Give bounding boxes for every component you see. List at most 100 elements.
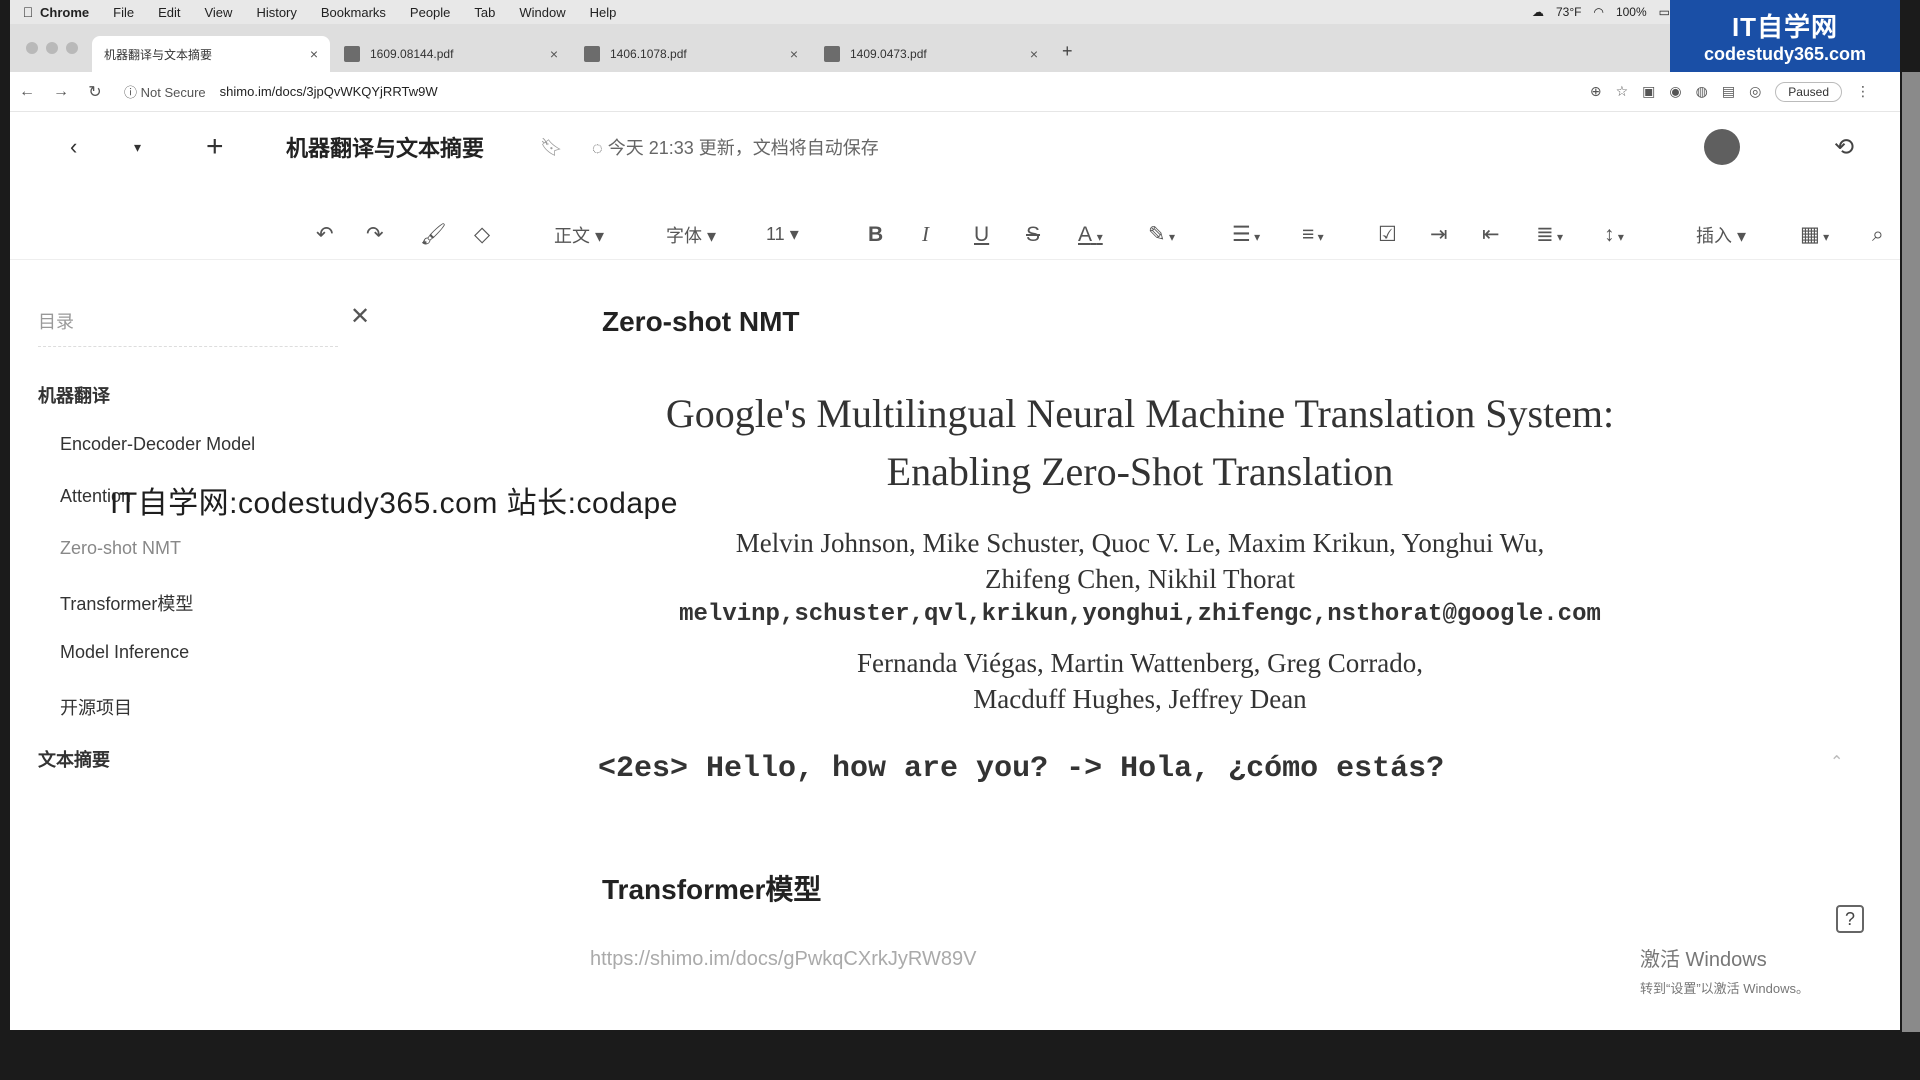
help-icon[interactable]: ?	[1836, 905, 1864, 933]
paragraph-style-select[interactable]: 正文 ▾	[554, 222, 604, 248]
new-tab-button[interactable]: +	[1052, 41, 1083, 72]
menu-app[interactable]: Chrome	[40, 5, 89, 20]
bookmark-icon[interactable]: 🔖︎	[540, 137, 563, 158]
menu-history[interactable]: History	[256, 5, 296, 20]
extension-icon[interactable]: ◎	[1749, 83, 1761, 100]
new-doc-plus-icon[interactable]: +	[206, 130, 224, 164]
clear-format-icon[interactable]: ◇	[474, 222, 490, 247]
forward-icon[interactable]: →	[44, 83, 78, 101]
ordered-list-icon[interactable]: ☰ ▾	[1232, 222, 1260, 247]
toc-item-transformer[interactable]: Transformer模型	[60, 590, 193, 616]
paper-authors2-line1: Fernanda Viégas, Martin Wattenberg, Greg…	[856, 648, 1424, 678]
pdf-icon	[824, 46, 840, 62]
format-painter-icon[interactable]: 🖌︎	[420, 223, 447, 247]
zoom-window-button[interactable]	[66, 42, 78, 54]
desktop-edge	[1902, 72, 1920, 1032]
tab-pdf-1[interactable]: 1609.08144.pdf ×	[332, 36, 570, 72]
avatar[interactable]	[1704, 129, 1740, 165]
checklist-icon[interactable]: ☑	[1378, 222, 1397, 247]
divider	[38, 346, 338, 347]
back-icon[interactable]: ←	[10, 83, 44, 101]
doc-title[interactable]: 机器翻译与文本摘要	[286, 131, 484, 163]
doc-link[interactable]: https://shimo.im/docs/gPwkqCXrkJyRW89V	[590, 948, 976, 971]
close-tab-icon[interactable]: ×	[310, 46, 318, 62]
tab-shimo-doc[interactable]: 机器翻译与文本摘要 ×	[92, 36, 330, 72]
activate-subtitle: 转到“设置”以激活 Windows。	[1640, 981, 1810, 996]
toc-item-open-source[interactable]: 开源项目	[60, 694, 132, 720]
scroll-up-icon[interactable]: ⌃	[1830, 752, 1843, 772]
battery-icon[interactable]: ▭	[1659, 5, 1670, 19]
tab-label: 1409.0473.pdf	[850, 47, 927, 61]
close-tab-icon[interactable]: ×	[550, 46, 558, 62]
close-tab-icon[interactable]: ×	[790, 46, 798, 62]
screen:  Chrome File Edit View History Bookmark…	[10, 0, 1900, 1030]
extension-icon[interactable]: ▣	[1642, 83, 1655, 100]
wifi-icon[interactable]: ◠	[1593, 5, 1603, 19]
tab-pdf-2[interactable]: 1406.1078.pdf ×	[572, 36, 810, 72]
zoom-icon[interactable]: ⊕	[1590, 83, 1602, 100]
table-icon[interactable]: ▦ ▾	[1800, 222, 1829, 247]
toc-item-zero-shot[interactable]: Zero-shot NMT	[60, 538, 181, 559]
security-indicator[interactable]: ⓘ Not Secure	[124, 82, 206, 101]
menu-bookmarks[interactable]: Bookmarks	[321, 5, 386, 20]
temperature-text: 73°F	[1555, 5, 1582, 19]
menu-tab[interactable]: Tab	[474, 5, 495, 20]
search-doc-icon[interactable]: ⌕	[1872, 223, 1884, 247]
indent-icon[interactable]: ⇥	[1430, 222, 1448, 247]
font-size-select[interactable]: 11 ▾	[766, 224, 799, 245]
toc-item-machine-translation[interactable]: 机器翻译	[38, 382, 110, 408]
battery-text: 100%	[1615, 5, 1647, 19]
align-icon[interactable]: ≣ ▾	[1536, 222, 1563, 247]
cloud-icon[interactable]: ☁	[1532, 5, 1544, 19]
heading-zero-shot-nmt: Zero-shot NMT	[602, 306, 800, 337]
strikethrough-button[interactable]: S	[1026, 223, 1040, 247]
close-window-button[interactable]	[26, 42, 38, 54]
history-icon[interactable]: ⟲	[1834, 133, 1854, 162]
extension-icon[interactable]: ▤	[1722, 83, 1735, 100]
menu-file[interactable]: File	[113, 5, 134, 20]
minimize-window-button[interactable]	[46, 42, 58, 54]
menu-edit[interactable]: Edit	[158, 5, 180, 20]
menu-help[interactable]: Help	[590, 5, 617, 20]
extension-icon[interactable]: ◉	[1669, 83, 1681, 100]
more-menu-icon[interactable]: ⋮	[1856, 83, 1870, 100]
font-color-button[interactable]: A ▾	[1078, 223, 1103, 247]
toc-item-encoder-decoder[interactable]: Encoder-Decoder Model	[60, 434, 255, 455]
close-icon[interactable]: ✕	[350, 302, 370, 331]
italic-button[interactable]: I	[922, 222, 929, 247]
font-family-select[interactable]: 字体 ▾	[666, 222, 716, 248]
undo-icon[interactable]: ↶	[316, 222, 334, 247]
paragraph-style-label: 正文	[554, 225, 590, 246]
save-status: ◌ 今天 21:33 更新，文档将自动保存	[592, 138, 879, 158]
extension-icon[interactable]: ◍	[1696, 83, 1708, 100]
url-field[interactable]: shimo.im/docs/3jpQvWKQYjRRTw9W	[220, 84, 438, 99]
mac-menubar:  Chrome File Edit View History Bookmark…	[10, 0, 1900, 24]
back-chevron-icon[interactable]: ‹	[70, 134, 77, 160]
dropdown-icon[interactable]: ▾	[134, 139, 141, 156]
menu-window[interactable]: Window	[519, 5, 565, 20]
outdent-icon[interactable]: ⇤	[1482, 222, 1500, 247]
highlight-icon[interactable]: ✎ ▾	[1148, 222, 1175, 247]
star-icon[interactable]: ☆	[1616, 83, 1629, 100]
paper-title-line1: Google's Multilingual Neural Machine Tra…	[665, 391, 1615, 436]
underline-button[interactable]: U	[974, 223, 989, 247]
profile-paused-button[interactable]: Paused	[1775, 81, 1842, 102]
toc-item-model-inference[interactable]: Model Inference	[60, 642, 189, 663]
line-spacing-icon[interactable]: ↕ ▾	[1604, 223, 1624, 247]
redo-icon[interactable]: ↷	[366, 222, 384, 247]
activate-title: 激活 Windows	[1640, 949, 1767, 971]
bold-button[interactable]: B	[868, 223, 883, 247]
insert-menu[interactable]: 插入 ▾	[1696, 222, 1746, 248]
bullet-list-icon[interactable]: ≡ ▾	[1302, 223, 1324, 247]
tab-label: 1609.08144.pdf	[370, 47, 454, 61]
apple-icon[interactable]: 	[16, 4, 40, 20]
font-size-label: 11	[766, 224, 785, 244]
close-tab-icon[interactable]: ×	[1030, 46, 1038, 62]
toc-item-summarization[interactable]: 文本摘要	[38, 746, 110, 772]
tab-pdf-3[interactable]: 1409.0473.pdf ×	[812, 36, 1050, 72]
menu-view[interactable]: View	[204, 5, 232, 20]
menu-people[interactable]: People	[410, 5, 450, 20]
reload-icon[interactable]: ↻	[78, 82, 112, 102]
activate-windows-notice: 激活 Windows 转到“设置”以激活 Windows。	[1640, 943, 1809, 997]
insert-label: 插入	[1696, 225, 1732, 246]
